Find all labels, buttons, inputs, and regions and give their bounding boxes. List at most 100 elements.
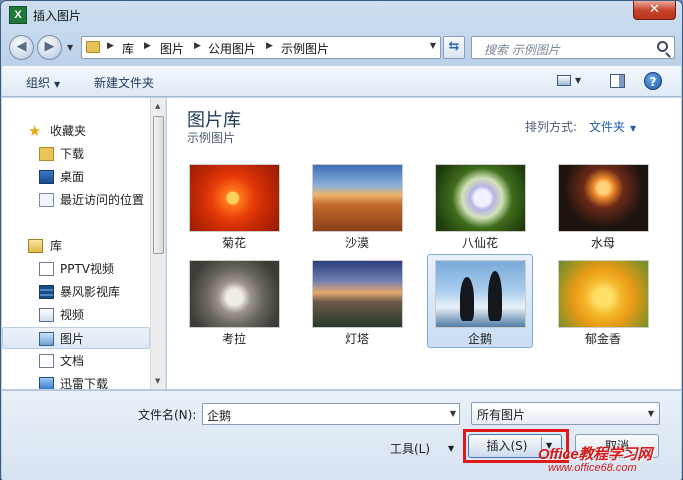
file-tile-koala[interactable]: 考拉 bbox=[181, 254, 287, 348]
documents-library-icon bbox=[39, 354, 54, 368]
file-type-select[interactable]: 所有图片 ▼ bbox=[471, 402, 660, 425]
file-name: 八仙花 bbox=[461, 236, 498, 250]
film-library-icon bbox=[39, 285, 54, 299]
nav-item-label: 迅雷下载 bbox=[60, 377, 109, 389]
tools-label: 工具(L) bbox=[390, 442, 431, 456]
nav-item-favorites[interactable]: ★ 收藏夹 bbox=[2, 120, 150, 142]
nav-item-label: PPTV视频 bbox=[60, 262, 115, 276]
file-list-pane: 图片库 示例图片 排列方式: 文件夹▼ 菊花 沙漠 八仙花 水母 考拉 灯塔 bbox=[167, 98, 681, 389]
file-name: 菊花 bbox=[221, 236, 246, 250]
nav-item-documents[interactable]: 文档 bbox=[2, 350, 150, 372]
search-icon[interactable] bbox=[657, 41, 668, 52]
close-button[interactable]: ✕ bbox=[633, 1, 676, 20]
address-dropdown-icon[interactable]: ▼ bbox=[430, 41, 436, 50]
library-icon bbox=[28, 239, 43, 253]
thumbnail-jellyfish bbox=[558, 164, 649, 232]
file-name: 沙漠 bbox=[344, 236, 369, 250]
breadcrumb-pictures[interactable]: 图片 bbox=[160, 40, 184, 57]
tools-menu-button[interactable]: 工具(L) ▼ bbox=[390, 438, 460, 460]
insert-picture-dialog: X 插入图片 ✕ ◀ ▶ ▼ ▶ 库 ▶ 图片 ▶ 公用图片 ▶ 示例图片 ▼ … bbox=[0, 0, 683, 480]
breadcrumb-sample-pictures[interactable]: 示例图片 bbox=[281, 40, 329, 57]
breadcrumb-public-pictures[interactable]: 公用图片 bbox=[208, 40, 256, 57]
star-icon: ★ bbox=[28, 122, 42, 140]
nav-item-baofeng[interactable]: 暴风影视库 bbox=[2, 281, 150, 303]
file-tile-tulips[interactable]: 郁金香 bbox=[550, 254, 656, 348]
thumbnail-koala bbox=[189, 260, 280, 328]
scrollbar-thumb[interactable] bbox=[153, 116, 164, 254]
recent-pages-dropdown[interactable]: ▼ bbox=[67, 43, 73, 52]
arrange-by-dropdown[interactable]: 文件夹 ▼ bbox=[589, 118, 636, 135]
breadcrumb-chevron-icon[interactable]: ▶ bbox=[266, 41, 273, 51]
scroll-up-icon[interactable]: ▲ bbox=[155, 102, 160, 110]
breadcrumb-chevron-icon[interactable]: ▶ bbox=[194, 41, 201, 51]
download-folder-icon bbox=[39, 147, 54, 161]
nav-item-pictures[interactable]: 图片 bbox=[2, 327, 150, 349]
back-button[interactable]: ◀ bbox=[9, 35, 34, 60]
title-bar: X 插入图片 ✕ bbox=[1, 1, 682, 29]
breadcrumb-chevron-icon[interactable]: ▶ bbox=[144, 41, 151, 51]
thumbnail-desert bbox=[312, 164, 403, 232]
file-tile-desert[interactable]: 沙漠 bbox=[304, 158, 410, 252]
nav-item-downloads[interactable]: 下载 bbox=[2, 143, 150, 165]
filename-field[interactable]: 企鹅 ▼ bbox=[202, 403, 460, 425]
nav-item-label: 下载 bbox=[60, 147, 85, 161]
chevron-down-icon: ▼ bbox=[647, 409, 654, 418]
video-library-icon bbox=[39, 308, 54, 322]
preview-pane-icon[interactable] bbox=[610, 74, 625, 88]
file-type-value: 所有图片 bbox=[477, 408, 526, 422]
watermark-brand: Office教程学习网 bbox=[538, 446, 652, 463]
file-tile-hydrangeas[interactable]: 八仙花 bbox=[427, 158, 533, 252]
search-placeholder: 搜索 示例图片 bbox=[484, 43, 560, 57]
desktop-icon bbox=[39, 170, 54, 184]
file-tile-penguins[interactable]: 企鹅 bbox=[427, 254, 533, 348]
folder-icon bbox=[86, 41, 100, 53]
search-input[interactable]: 搜索 示例图片 bbox=[471, 36, 675, 59]
file-name: 郁金香 bbox=[584, 332, 621, 346]
nav-item-desktop[interactable]: 桌面 bbox=[2, 166, 150, 188]
refresh-button[interactable]: ⇆ bbox=[443, 36, 465, 59]
scroll-down-icon[interactable]: ▼ bbox=[155, 377, 160, 385]
nav-item-label: 文档 bbox=[60, 354, 85, 368]
recent-places-icon bbox=[39, 193, 54, 207]
nav-item-label: 收藏夹 bbox=[50, 124, 87, 138]
breadcrumb-chevron-icon[interactable]: ▶ bbox=[107, 41, 114, 51]
change-view-icon[interactable] bbox=[557, 75, 571, 86]
help-icon[interactable]: ? bbox=[644, 72, 662, 90]
nav-item-pptv[interactable]: PPTV视频 bbox=[2, 258, 150, 280]
file-tile-lighthouse[interactable]: 灯塔 bbox=[304, 254, 410, 348]
file-name: 考拉 bbox=[221, 332, 246, 346]
command-bar: 组织 ▼ 新建文件夹 ▼ ? bbox=[2, 65, 681, 97]
nav-item-label: 暴风影视库 bbox=[60, 285, 121, 299]
filename-dropdown-icon[interactable]: ▼ bbox=[450, 409, 456, 418]
nav-item-libraries[interactable]: 库 bbox=[2, 235, 150, 257]
file-tile-jellyfish[interactable]: 水母 bbox=[550, 158, 656, 252]
nav-item-label: 图片 bbox=[60, 332, 85, 346]
arrange-by-label: 排列方式: bbox=[525, 120, 578, 134]
breadcrumb-library[interactable]: 库 bbox=[122, 40, 134, 57]
arrange-by-value: 文件夹 bbox=[589, 120, 626, 134]
thumbnail-penguins bbox=[435, 260, 526, 328]
file-name: 灯塔 bbox=[344, 332, 369, 346]
address-bar[interactable]: ▶ 库 ▶ 图片 ▶ 公用图片 ▶ 示例图片 ▼ bbox=[81, 36, 441, 59]
xunlei-download-icon bbox=[39, 377, 54, 389]
new-folder-button[interactable]: 新建文件夹 bbox=[94, 74, 154, 91]
thumbnail-hydrangeas bbox=[435, 164, 526, 232]
forward-button[interactable]: ▶ bbox=[37, 35, 62, 60]
nav-scrollbar[interactable]: ▲ ▼ bbox=[150, 98, 165, 389]
dialog-footer: 文件名(N): 企鹅 ▼ 所有图片 ▼ 工具(L) ▼ 插入(S) ▼ 取消 O… bbox=[2, 390, 681, 480]
nav-item-videos[interactable]: 视频 bbox=[2, 304, 150, 326]
window-title: 插入图片 bbox=[33, 9, 82, 23]
file-tile-chrysanthemum[interactable]: 菊花 bbox=[181, 158, 287, 252]
arrow-left-icon: ◀ bbox=[16, 39, 27, 54]
nav-item-label: 视频 bbox=[60, 308, 85, 322]
nav-item-xunlei[interactable]: 迅雷下载 bbox=[2, 373, 150, 389]
pictures-library-icon bbox=[39, 332, 54, 346]
navigation-pane: ★ 收藏夹 下载 桌面 最近访问的位置 库 PPTV视频 暴风影视库 视频 图片… bbox=[2, 98, 166, 389]
organize-menu[interactable]: 组织 ▼ bbox=[26, 74, 60, 91]
file-name: 水母 bbox=[590, 236, 615, 250]
nav-item-recent[interactable]: 最近访问的位置 bbox=[2, 189, 150, 211]
view-options-chevron-icon[interactable]: ▼ bbox=[575, 76, 581, 85]
library-subtitle: 示例图片 bbox=[187, 131, 236, 145]
file-name: 企鹅 bbox=[467, 332, 492, 346]
chevron-down-icon: ▼ bbox=[630, 124, 637, 133]
